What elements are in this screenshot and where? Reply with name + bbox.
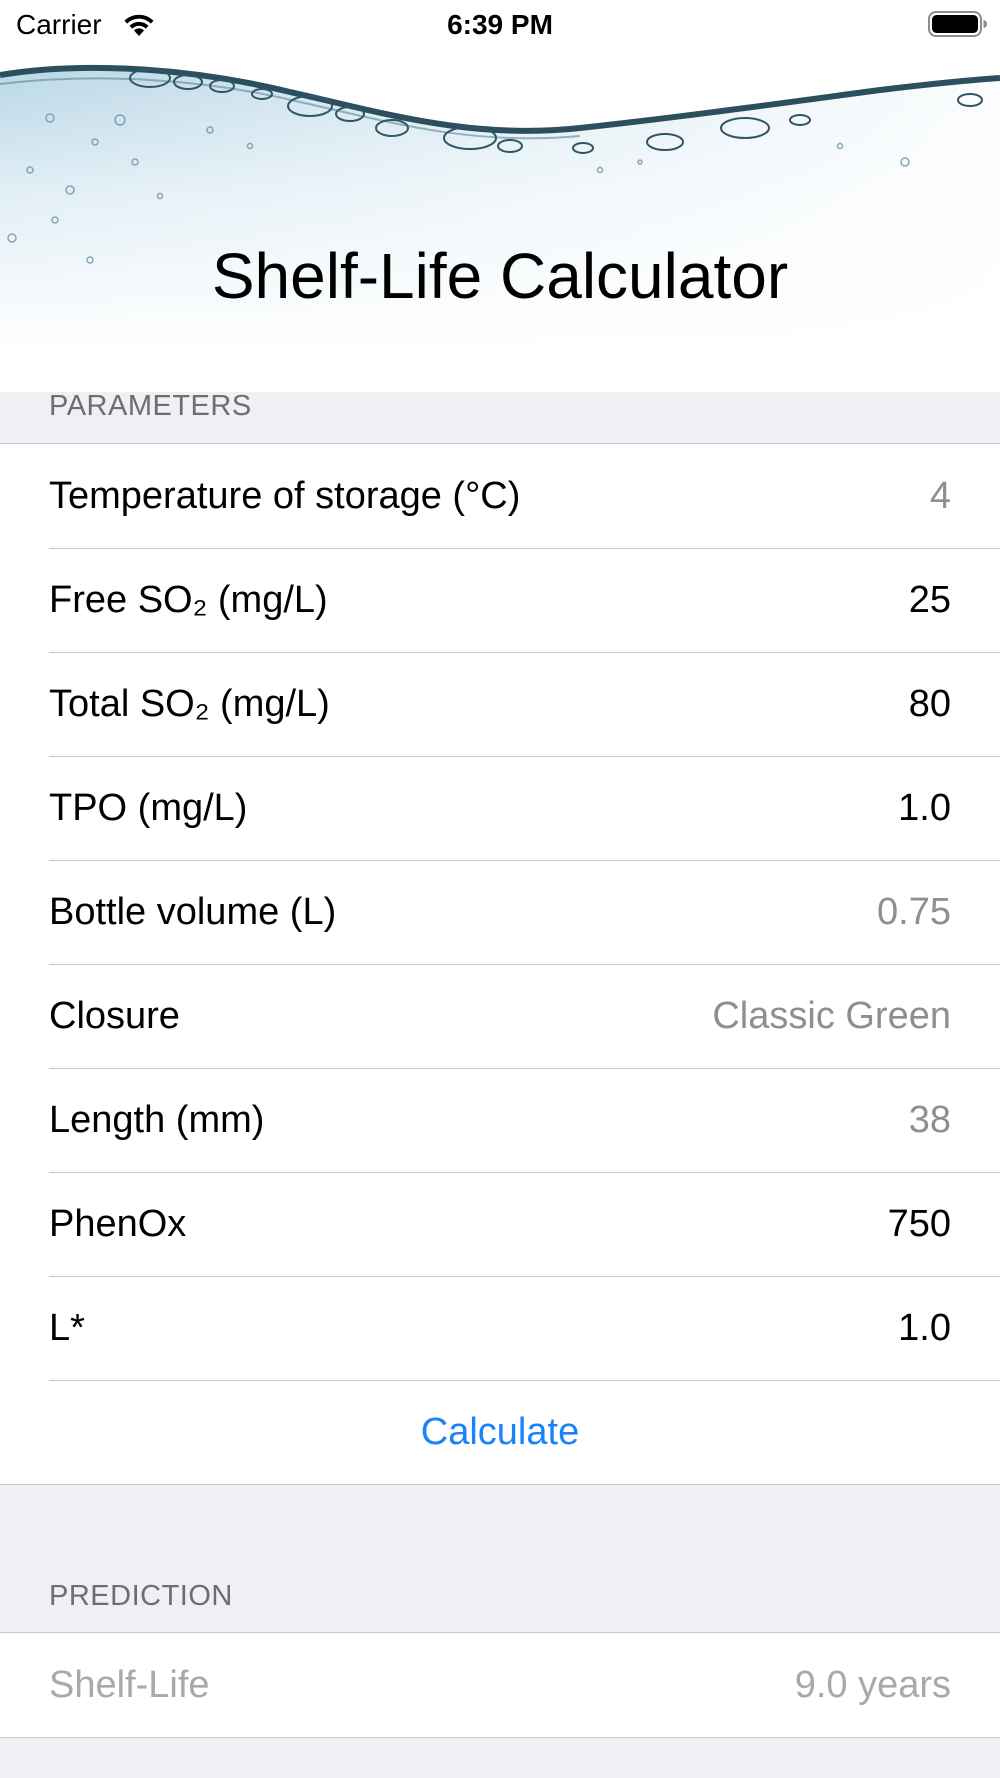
total-so2-field[interactable]: 80 [909, 681, 951, 727]
lightness-row[interactable]: L* 1.0 [0, 1276, 1000, 1380]
length-row[interactable]: Length (mm) 38 [0, 1068, 1000, 1172]
total-so2-row[interactable]: Total SO₂ (mg/L) 80 [0, 652, 1000, 756]
lightness-label: L* [49, 1307, 85, 1349]
temperature-field[interactable]: 4 [930, 473, 951, 519]
page-title: Shelf-Life Calculator [211, 240, 789, 312]
prediction-table: Shelf-Life 9.0 years [0, 1632, 1000, 1738]
phenox-field[interactable]: 750 [888, 1201, 951, 1247]
free-so2-label: Free SO₂ (mg/L) [49, 579, 328, 621]
clock: 6:39 PM [447, 9, 553, 40]
closure-picker[interactable]: Classic Green [712, 993, 951, 1039]
tpo-label: TPO (mg/L) [49, 787, 248, 829]
shelf-life-row: Shelf-Life 9.0 years [0, 1633, 1000, 1737]
phenox-row[interactable]: PhenOx 750 [0, 1172, 1000, 1276]
closure-row[interactable]: Closure Classic Green [0, 964, 1000, 1068]
bottle-volume-field[interactable]: 0.75 [877, 889, 951, 935]
parameters-section-header: PARAMETERS [49, 390, 252, 422]
length-field[interactable]: 38 [909, 1097, 951, 1143]
bottle-volume-label: Bottle volume (L) [49, 891, 337, 933]
status-bar: Carrier 6:39 PM [0, 0, 1000, 50]
total-so2-label: Total SO₂ (mg/L) [49, 683, 330, 725]
free-so2-row[interactable]: Free SO₂ (mg/L) 25 [0, 548, 1000, 652]
calculate-button[interactable]: Calculate [0, 1380, 1000, 1484]
shelf-life-label: Shelf-Life [49, 1664, 210, 1706]
phenox-label: PhenOx [49, 1203, 187, 1245]
parameters-table: Temperature of storage (°C) 4 Free SO₂ (… [0, 443, 1000, 1485]
free-so2-field[interactable]: 25 [909, 577, 951, 623]
calculate-button-label: Calculate [420, 1411, 580, 1453]
temperature-label: Temperature of storage (°C) [49, 475, 521, 517]
shelf-life-value: 9.0 years [794, 1664, 951, 1706]
app-header: Carrier 6:39 PM Shelf-Life Calculator [0, 0, 1000, 392]
length-label: Length (mm) [49, 1099, 265, 1141]
closure-label: Closure [49, 995, 180, 1037]
tpo-field[interactable]: 1.0 [898, 785, 951, 831]
temperature-row[interactable]: Temperature of storage (°C) 4 [0, 444, 1000, 548]
lightness-field[interactable]: 1.0 [898, 1305, 951, 1351]
battery-full-icon [928, 11, 987, 37]
prediction-section-header: PREDICTION [49, 1580, 233, 1612]
tpo-row[interactable]: TPO (mg/L) 1.0 [0, 756, 1000, 860]
bottle-volume-row[interactable]: Bottle volume (L) 0.75 [0, 860, 1000, 964]
